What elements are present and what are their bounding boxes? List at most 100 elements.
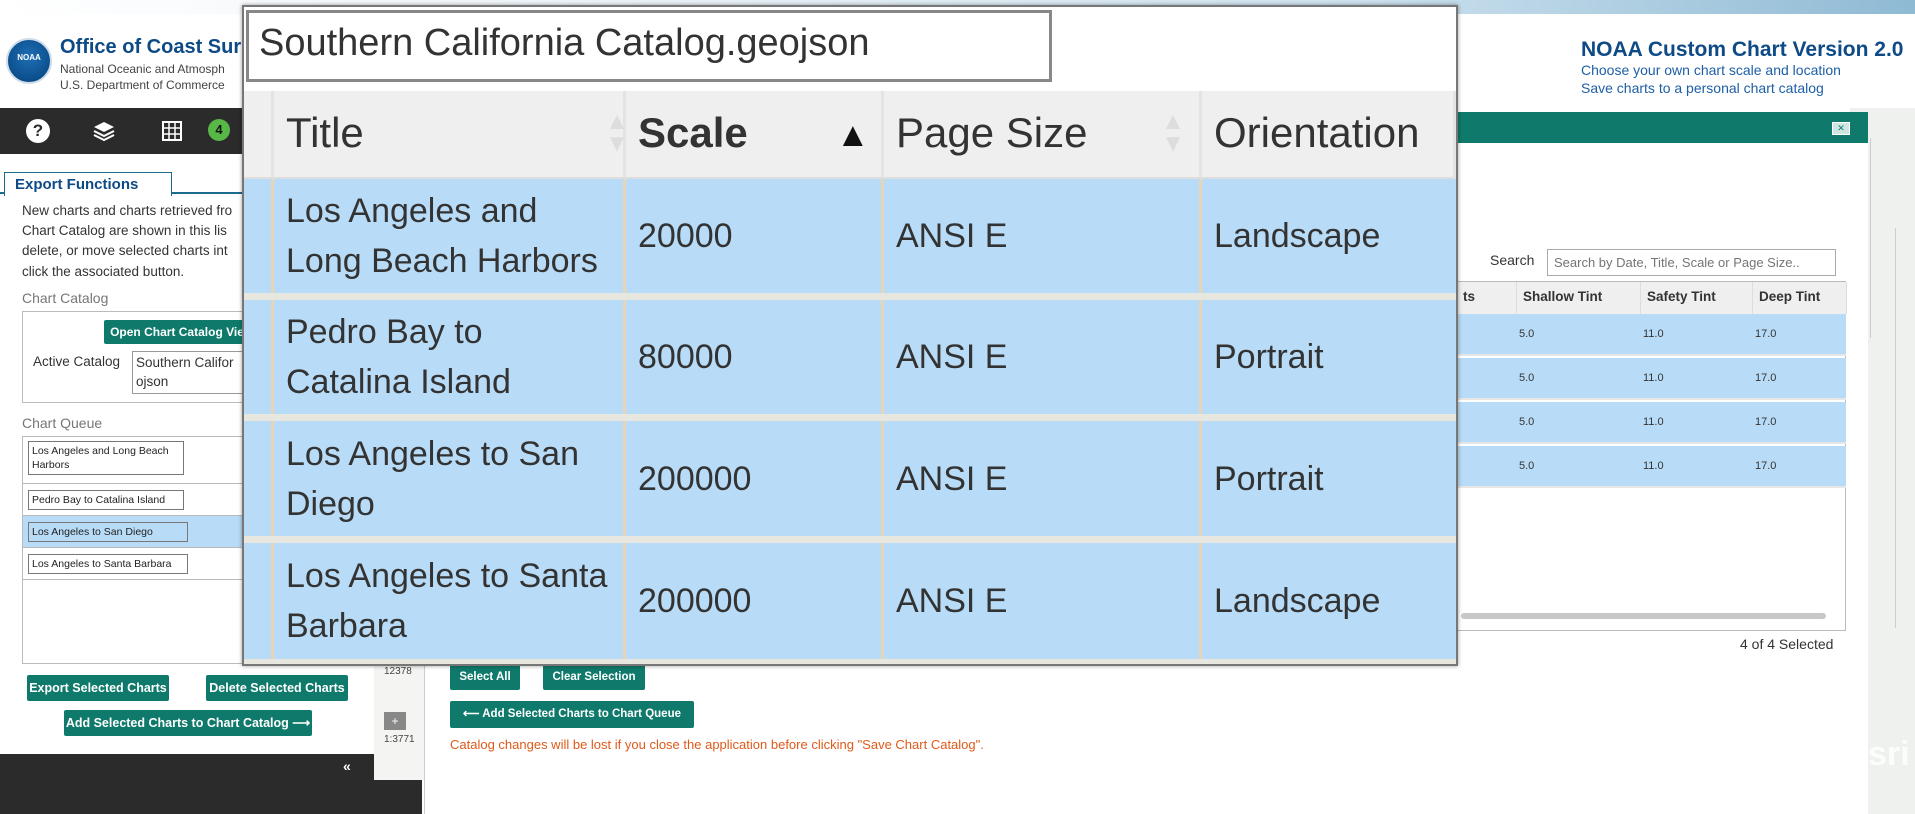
table-cell: 17.0 — [1755, 328, 1777, 340]
grid-icon[interactable] — [158, 117, 186, 145]
catalog-search-input[interactable] — [1547, 249, 1836, 276]
table-cell: 17.0 — [1755, 460, 1777, 472]
table-row[interactable]: Los Angeles and Long Beach Harbors 20000… — [244, 179, 1456, 300]
cell-page-size: ANSI E — [884, 421, 1202, 536]
add-to-catalog-button[interactable]: Add Selected Charts to Chart Catalog ⟶ — [64, 710, 312, 736]
table-row[interactable]: 5.0 11.0 17.0 — [1457, 358, 1846, 400]
cell-title: Los Angeles to Santa Barbara — [274, 543, 626, 659]
cell-orientation: Landscape — [1214, 217, 1381, 255]
chart-catalog-label: Chart Catalog — [22, 290, 109, 306]
cell-scale: 20000 — [626, 179, 884, 293]
org-title: Office of Coast Sur — [60, 36, 242, 58]
panel-footer — [0, 754, 422, 814]
cell-scale: 200000 — [626, 543, 884, 659]
sort-icon[interactable]: ▲ ▼ — [1160, 110, 1186, 159]
table-row[interactable]: 5.0 11.0 17.0 — [1457, 402, 1846, 444]
column-header-label: Title — [286, 109, 364, 156]
delete-selected-button[interactable]: Delete Selected Charts — [206, 675, 348, 701]
column-header-label: Page Size — [896, 109, 1088, 156]
cell-title: Los Angeles and Long Beach Harbors — [274, 179, 626, 293]
esri-logo: sri — [1868, 735, 1910, 773]
column-header[interactable]: Deep Tint — [1753, 282, 1847, 314]
table-cell: 17.0 — [1755, 416, 1777, 428]
column-header-scale[interactable]: Scale ▲ — [626, 91, 884, 179]
help-icon[interactable]: ? — [26, 119, 50, 143]
viewer-titlebar — [1450, 112, 1868, 143]
add-to-queue-button[interactable]: ⟵ Add Selected Charts to Chart Queue — [450, 701, 694, 728]
column-header-title[interactable]: Title ▲ ▼ — [274, 91, 629, 179]
column-header[interactable]: Safety Tint — [1641, 282, 1753, 314]
queue-row-selected[interactable]: Los Angeles to San Diego — [23, 516, 252, 548]
queue-item[interactable]: Pedro Bay to Catalina Island — [28, 490, 184, 510]
table-cell: 5.0 — [1519, 328, 1535, 340]
org-subtitle-1: National Oceanic and Atmosph — [60, 62, 225, 76]
cell-scale: 200000 — [626, 421, 884, 536]
table-cell: 5.0 — [1519, 460, 1535, 472]
table-cell: 17.0 — [1755, 372, 1777, 384]
catalog-table: ts Shallow Tint Safety Tint Deep Tint 5.… — [1456, 281, 1847, 631]
panel-description-line: delete, or move selected charts int — [22, 243, 228, 258]
table-row[interactable]: 5.0 11.0 17.0 — [1457, 446, 1846, 488]
close-icon[interactable]: ✕ — [1832, 122, 1850, 135]
collapse-panel-icon[interactable]: « — [343, 758, 351, 774]
logo-text: NOAA — [17, 53, 41, 62]
map-road — [1870, 138, 1871, 338]
row-selector[interactable] — [244, 421, 274, 536]
column-header[interactable]: Shallow Tint — [1517, 282, 1641, 314]
chart-queue-label: Chart Queue — [22, 415, 103, 431]
table-row[interactable]: Los Angeles to San Diego 200000 ANSI E P… — [244, 421, 1456, 543]
queue-row[interactable]: Los Angeles to Santa Barbara — [23, 548, 252, 580]
select-all-button[interactable]: Select All — [450, 664, 520, 690]
open-catalog-viewer-button[interactable]: Open Chart Catalog Vie — [104, 320, 250, 344]
map-scale-label: 1:3771 — [384, 734, 415, 745]
table-row[interactable]: Pedro Bay to Catalina Island 80000 ANSI … — [244, 300, 1456, 421]
cell-orientation: Landscape — [1214, 582, 1381, 620]
active-catalog-field: Southern Califor ojson — [132, 351, 247, 394]
column-header-orientation[interactable]: Orientation — [1202, 91, 1456, 179]
catalog-name-field: Southern California Catalog.geojson — [246, 10, 1052, 82]
column-header[interactable]: ts — [1457, 282, 1517, 314]
queue-count-badge[interactable]: 4 — [208, 119, 230, 141]
queue-item[interactable]: Los Angeles to Santa Barbara — [28, 554, 188, 574]
row-selector[interactable] — [244, 543, 274, 659]
panel-description-line: click the associated button. — [22, 264, 185, 279]
queue-row[interactable]: Pedro Bay to Catalina Island — [23, 484, 252, 516]
cell-orientation: Portrait — [1214, 338, 1324, 376]
chart-queue-list: Los Angeles and Long Beach Harbors Pedro… — [22, 436, 252, 664]
cell-scale: 80000 — [626, 300, 884, 414]
table-cell: 11.0 — [1643, 372, 1664, 384]
panel-description-line: New charts and charts retrieved fro — [22, 203, 233, 218]
cell-page-size: ANSI E — [884, 300, 1202, 414]
tab-export-functions[interactable]: Export Functions — [4, 172, 172, 196]
row-selector[interactable] — [244, 300, 274, 414]
table-cell: 11.0 — [1643, 416, 1664, 428]
horizontal-scrollbar[interactable] — [1461, 613, 1826, 619]
layers-icon[interactable] — [90, 117, 118, 145]
table-cell: 5.0 — [1519, 416, 1535, 428]
export-selected-button[interactable]: Export Selected Charts — [27, 675, 169, 701]
cell-title: Pedro Bay to Catalina Island — [274, 300, 626, 414]
queue-item[interactable]: Los Angeles and Long Beach Harbors — [28, 441, 184, 475]
sort-ascending-icon[interactable]: ▲ — [836, 111, 870, 159]
active-catalog-label: Active Catalog — [33, 354, 121, 369]
selection-count: 4 of 4 Selected — [1740, 636, 1834, 652]
column-header-page-size[interactable]: Page Size ▲ ▼ — [884, 91, 1202, 179]
table-cell: 11.0 — [1643, 328, 1664, 340]
unsaved-changes-warning: Catalog changes will be lost if you clos… — [450, 737, 984, 752]
app-title: NOAA Custom Chart Version 2.0 — [1581, 38, 1904, 61]
cell-page-size: ANSI E — [884, 179, 1202, 293]
queue-row[interactable]: Los Angeles and Long Beach Harbors — [23, 437, 252, 484]
column-header-label: Scale — [638, 109, 748, 156]
table-row[interactable]: 5.0 11.0 17.0 — [1457, 314, 1846, 356]
map-label: 12378 — [384, 666, 412, 677]
clear-selection-button[interactable]: Clear Selection — [543, 664, 645, 690]
table-row[interactable]: Los Angeles to Santa Barbara 200000 ANSI… — [244, 543, 1456, 664]
search-label: Search — [1490, 252, 1535, 268]
queue-item[interactable]: Los Angeles to San Diego — [28, 522, 188, 542]
row-selector[interactable] — [244, 179, 274, 293]
map-strip[interactable]: 12378 + 1:3771 — [374, 660, 424, 780]
zoom-in-button[interactable]: + — [384, 712, 406, 730]
org-subtitle-2: U.S. Department of Commerce — [60, 78, 225, 92]
panel-description-line: Chart Catalog are shown in this lis — [22, 223, 227, 238]
table-cell: 11.0 — [1643, 460, 1664, 472]
